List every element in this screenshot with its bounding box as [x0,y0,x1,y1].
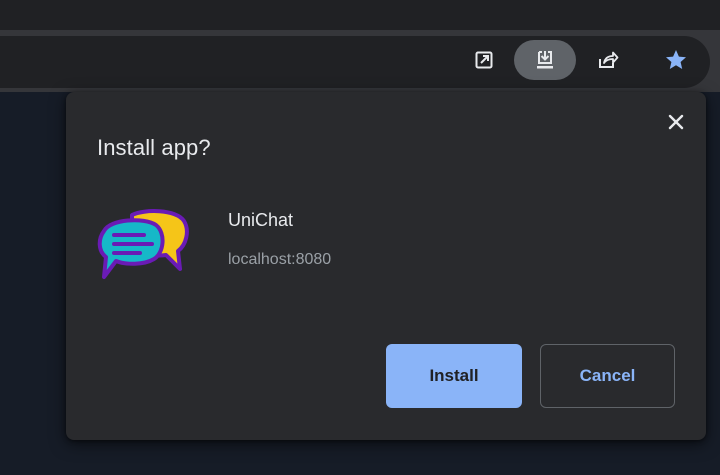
chat-bubbles-icon [96,209,192,281]
open-in-app-icon[interactable] [466,42,502,78]
tab-strip [0,0,720,30]
share-icon[interactable] [590,42,626,78]
install-button[interactable]: Install [386,344,522,408]
bookmark-star-icon[interactable] [658,42,694,78]
dialog-title: Install app? [97,135,211,160]
install-app-icon[interactable] [514,40,576,80]
cancel-button[interactable]: Cancel [540,344,675,408]
install-app-dialog: Install app? UniChat localhost:8080 Inst… [66,92,706,440]
close-icon[interactable] [662,108,690,136]
app-origin: localhost:8080 [228,251,332,268]
app-name: UniChat [228,210,294,230]
